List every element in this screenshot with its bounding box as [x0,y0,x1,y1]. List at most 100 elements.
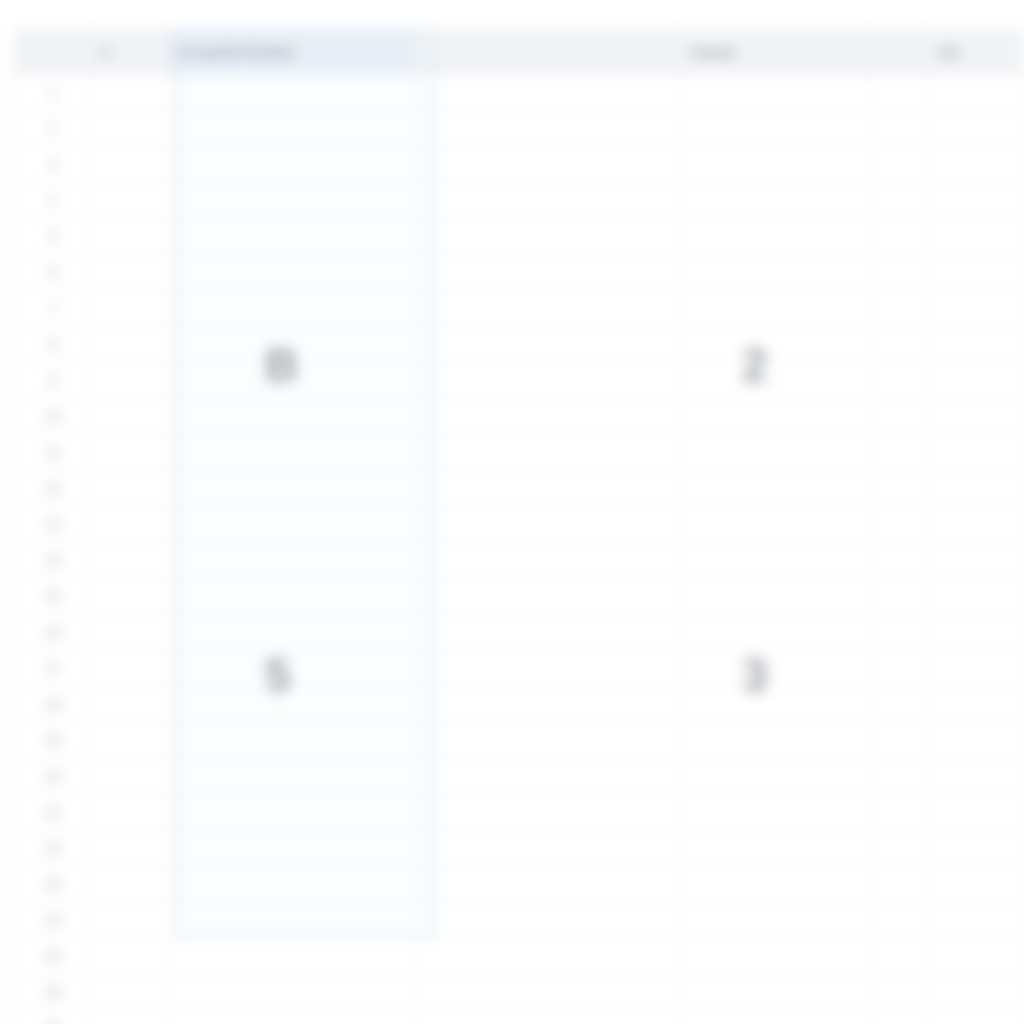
cell[interactable] [681,902,871,938]
row-header[interactable]: 23 [15,866,91,902]
cell[interactable] [415,74,681,110]
cell[interactable] [415,110,681,146]
cell[interactable] [167,74,414,110]
cell[interactable] [167,110,414,146]
cell[interactable] [929,722,1024,758]
cell[interactable] [872,362,929,398]
cell[interactable] [929,902,1024,938]
row-header[interactable]: 22 [15,830,91,866]
cell[interactable] [681,938,871,974]
cell[interactable] [681,218,871,254]
cell[interactable] [415,470,681,506]
cell[interactable] [167,794,414,830]
cell[interactable] [415,866,681,902]
cell[interactable] [681,74,871,110]
row-header[interactable]: 3 [15,146,91,182]
cell[interactable] [91,506,167,542]
cell[interactable] [681,362,871,398]
row-header[interactable]: 1 [15,74,91,110]
cell[interactable] [167,1010,414,1024]
cell[interactable] [681,614,871,650]
cell[interactable] [91,686,167,722]
cell[interactable] [91,146,167,182]
cell[interactable] [91,830,167,866]
corner-cell[interactable] [15,30,91,74]
cell[interactable] [872,938,929,974]
spreadsheet[interactable]: ACompetitorStudiedmissedSet 123456789101… [15,30,1024,1024]
cell[interactable] [91,74,167,110]
cell[interactable] [929,290,1024,326]
cell[interactable] [415,290,681,326]
cell[interactable] [415,182,681,218]
cell[interactable] [681,866,871,902]
cell[interactable] [91,1010,167,1024]
cell[interactable] [415,794,681,830]
cell[interactable] [872,398,929,434]
cell[interactable] [167,830,414,866]
cell[interactable] [91,290,167,326]
column-header-gap2[interactable] [870,30,928,74]
row-header[interactable]: 4 [15,182,91,218]
row-header[interactable]: 26 [15,974,91,1010]
cell[interactable] [872,974,929,1010]
cell[interactable] [167,254,414,290]
cell[interactable] [167,938,414,974]
cell[interactable] [415,1010,681,1024]
cell[interactable] [415,542,681,578]
cell[interactable] [872,434,929,470]
cell[interactable] [872,470,929,506]
cell[interactable] [167,362,414,398]
cell[interactable] [872,650,929,686]
cell[interactable] [415,830,681,866]
cell[interactable] [872,218,929,254]
cell[interactable] [91,794,167,830]
cell[interactable] [872,686,929,722]
cell[interactable] [929,614,1024,650]
cell[interactable] [929,470,1024,506]
cell[interactable] [681,470,871,506]
cell[interactable] [91,362,167,398]
cell[interactable] [872,254,929,290]
cell[interactable] [415,722,681,758]
cell[interactable] [91,254,167,290]
cell[interactable] [872,542,929,578]
cell[interactable] [91,434,167,470]
cell[interactable] [929,1010,1024,1024]
cell[interactable] [872,578,929,614]
cell[interactable] [415,362,681,398]
cell[interactable] [681,542,871,578]
cell[interactable] [929,542,1024,578]
cell[interactable] [681,434,871,470]
cell[interactable] [167,686,414,722]
cell[interactable] [929,686,1024,722]
cell[interactable] [415,218,681,254]
cell[interactable] [681,506,871,542]
cell[interactable] [929,146,1024,182]
cell[interactable] [681,830,871,866]
cell[interactable] [91,110,167,146]
cell[interactable] [929,434,1024,470]
cell[interactable] [681,686,871,722]
cell[interactable] [167,542,414,578]
cell[interactable] [872,1010,929,1024]
cell[interactable] [872,146,929,182]
row-header[interactable]: 19 [15,722,91,758]
row-header[interactable]: 14 [15,542,91,578]
cell[interactable] [681,254,871,290]
cell[interactable] [929,110,1024,146]
cell[interactable] [681,1010,871,1024]
cell[interactable] [681,974,871,1010]
row-header[interactable]: 12 [15,470,91,506]
row-header[interactable]: 17 [15,650,91,686]
cell[interactable] [872,758,929,794]
cell[interactable] [91,542,167,578]
cell[interactable] [872,722,929,758]
cell[interactable] [167,434,414,470]
cell[interactable] [91,218,167,254]
cell[interactable] [681,722,871,758]
cell[interactable] [91,614,167,650]
cell[interactable] [167,614,414,650]
cell[interactable] [167,722,414,758]
cell[interactable] [681,290,871,326]
column-header-gap1[interactable] [414,30,680,74]
